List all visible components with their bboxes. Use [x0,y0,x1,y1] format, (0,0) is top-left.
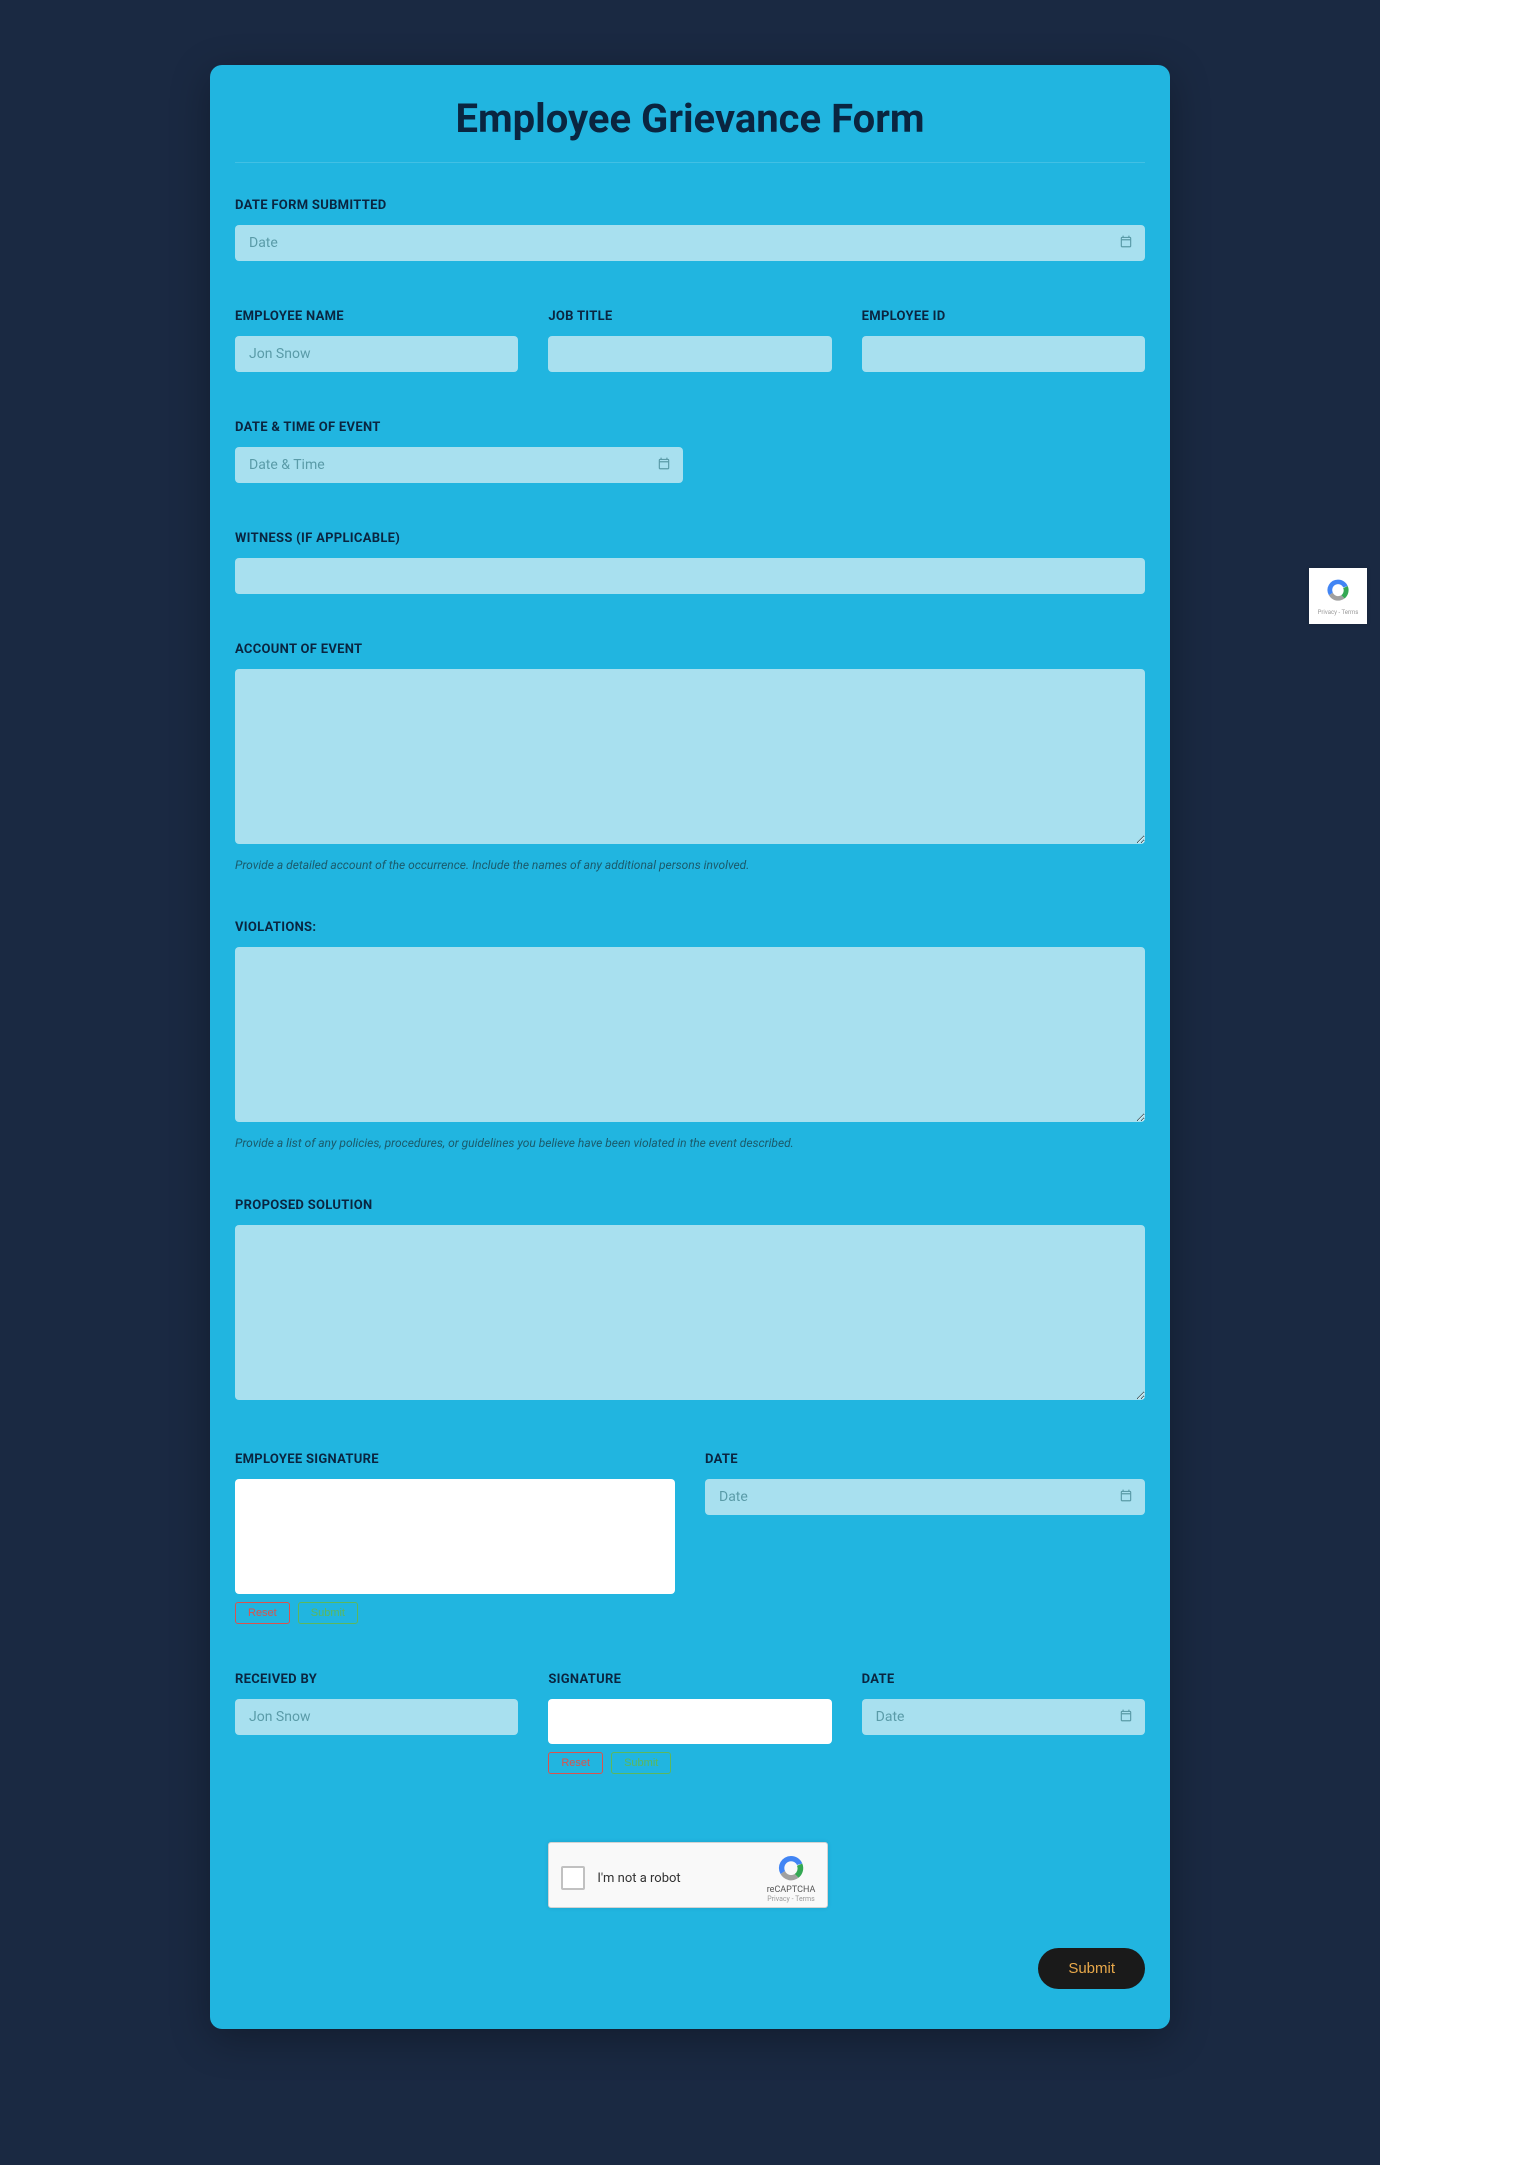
field-violations: VIOLATIONS: Provide a list of any polici… [235,920,1145,1150]
signature-date-input-wrap [705,1479,1145,1515]
signature-date-input[interactable] [705,1479,1145,1515]
date-submitted-label: DATE FORM SUBMITTED [235,198,1145,213]
employee-signature-reset-button[interactable]: Reset [235,1602,290,1624]
received-signature-pad[interactable] [548,1699,831,1744]
account-label: ACCOUNT OF EVENT [235,642,1145,657]
received-date-label: DATE [862,1672,1145,1687]
field-employee-signature: EMPLOYEE SIGNATURE Reset Submit [235,1452,675,1624]
received-signature-reset-button[interactable]: Reset [548,1752,603,1774]
field-received-signature: SIGNATURE Reset Submit [548,1672,831,1774]
recaptcha-terms: Privacy - Terms [767,1895,816,1903]
recaptcha-floating-terms: Privacy - Terms [1318,609,1359,616]
page-background: Employee Grievance Form DATE FORM SUBMIT… [0,0,1380,2165]
signature-date-label: DATE [705,1452,1145,1467]
recaptcha-floating-badge[interactable]: Privacy - Terms [1309,568,1367,624]
recaptcha-inner: I'm not a robot reCAPTCHA Privacy - Term… [561,1853,815,1903]
recaptcha-icon [776,1853,806,1883]
received-signature-submit-button[interactable]: Submit [611,1752,671,1774]
violations-help: Provide a list of any policies, procedur… [235,1136,1145,1150]
witness-label: WITNESS (IF APPLICABLE) [235,531,1145,546]
field-signature-date: DATE [705,1452,1145,1624]
row-received: RECEIVED BY SIGNATURE Reset Submit DATE [235,1672,1145,1774]
field-proposed-solution: PROPOSED SOLUTION [235,1198,1145,1404]
field-event-datetime: DATE & TIME OF EVENT [235,420,1145,483]
received-signature-buttons: Reset Submit [548,1752,831,1774]
event-datetime-input-wrap [235,447,683,483]
submit-row: Submit [235,1948,1145,1989]
row-employee-info: EMPLOYEE NAME JOB TITLE EMPLOYEE ID [235,309,1145,372]
proposed-solution-label: PROPOSED SOLUTION [235,1198,1145,1213]
event-datetime-label: DATE & TIME OF EVENT [235,420,1145,435]
received-date-input[interactable] [862,1699,1145,1735]
grievance-form-card: Employee Grievance Form DATE FORM SUBMIT… [210,65,1170,2029]
field-employee-name: EMPLOYEE NAME [235,309,518,372]
recaptcha-widget: I'm not a robot reCAPTCHA Privacy - Term… [548,1842,828,1908]
received-date-input-wrap [862,1699,1145,1735]
recaptcha-spacer-left [235,1822,518,1908]
employee-signature-label: EMPLOYEE SIGNATURE [235,1452,675,1467]
received-signature-label: SIGNATURE [548,1672,831,1687]
employee-id-input[interactable] [862,336,1145,372]
received-by-input[interactable] [235,1699,518,1735]
recaptcha-brand: reCAPTCHA [767,1885,816,1895]
proposed-solution-textarea[interactable] [235,1225,1145,1400]
form-title: Employee Grievance Form [235,95,1145,163]
field-employee-id: EMPLOYEE ID [862,309,1145,372]
violations-textarea[interactable] [235,947,1145,1122]
date-submitted-input[interactable] [235,225,1145,261]
recaptcha-spacer-right [862,1822,1145,1908]
field-received-date: DATE [862,1672,1145,1774]
row-recaptcha: I'm not a robot reCAPTCHA Privacy - Term… [235,1822,1145,1908]
employee-name-input[interactable] [235,336,518,372]
job-title-input[interactable] [548,336,831,372]
field-witness: WITNESS (IF APPLICABLE) [235,531,1145,594]
account-help: Provide a detailed account of the occurr… [235,858,1145,872]
recaptcha-checkbox[interactable] [561,1866,585,1890]
employee-name-label: EMPLOYEE NAME [235,309,518,324]
witness-input[interactable] [235,558,1145,594]
field-date-submitted: DATE FORM SUBMITTED [235,198,1145,261]
employee-id-label: EMPLOYEE ID [862,309,1145,324]
employee-signature-pad[interactable] [235,1479,675,1594]
recaptcha-icon [1325,577,1351,607]
job-title-label: JOB TITLE [548,309,831,324]
employee-signature-submit-button[interactable]: Submit [298,1602,358,1624]
event-datetime-input[interactable] [235,447,683,483]
received-by-label: RECEIVED BY [235,1672,518,1687]
violations-label: VIOLATIONS: [235,920,1145,935]
row-employee-signature: EMPLOYEE SIGNATURE Reset Submit DATE [235,1452,1145,1624]
field-job-title: JOB TITLE [548,309,831,372]
field-received-by: RECEIVED BY [235,1672,518,1774]
date-submitted-input-wrap [235,225,1145,261]
recaptcha-column: I'm not a robot reCAPTCHA Privacy - Term… [548,1822,831,1908]
field-account: ACCOUNT OF EVENT Provide a detailed acco… [235,642,1145,872]
recaptcha-label: I'm not a robot [597,1871,754,1886]
recaptcha-logo: reCAPTCHA Privacy - Terms [767,1853,816,1903]
employee-signature-buttons: Reset Submit [235,1602,675,1624]
submit-button[interactable]: Submit [1038,1948,1145,1989]
account-textarea[interactable] [235,669,1145,844]
